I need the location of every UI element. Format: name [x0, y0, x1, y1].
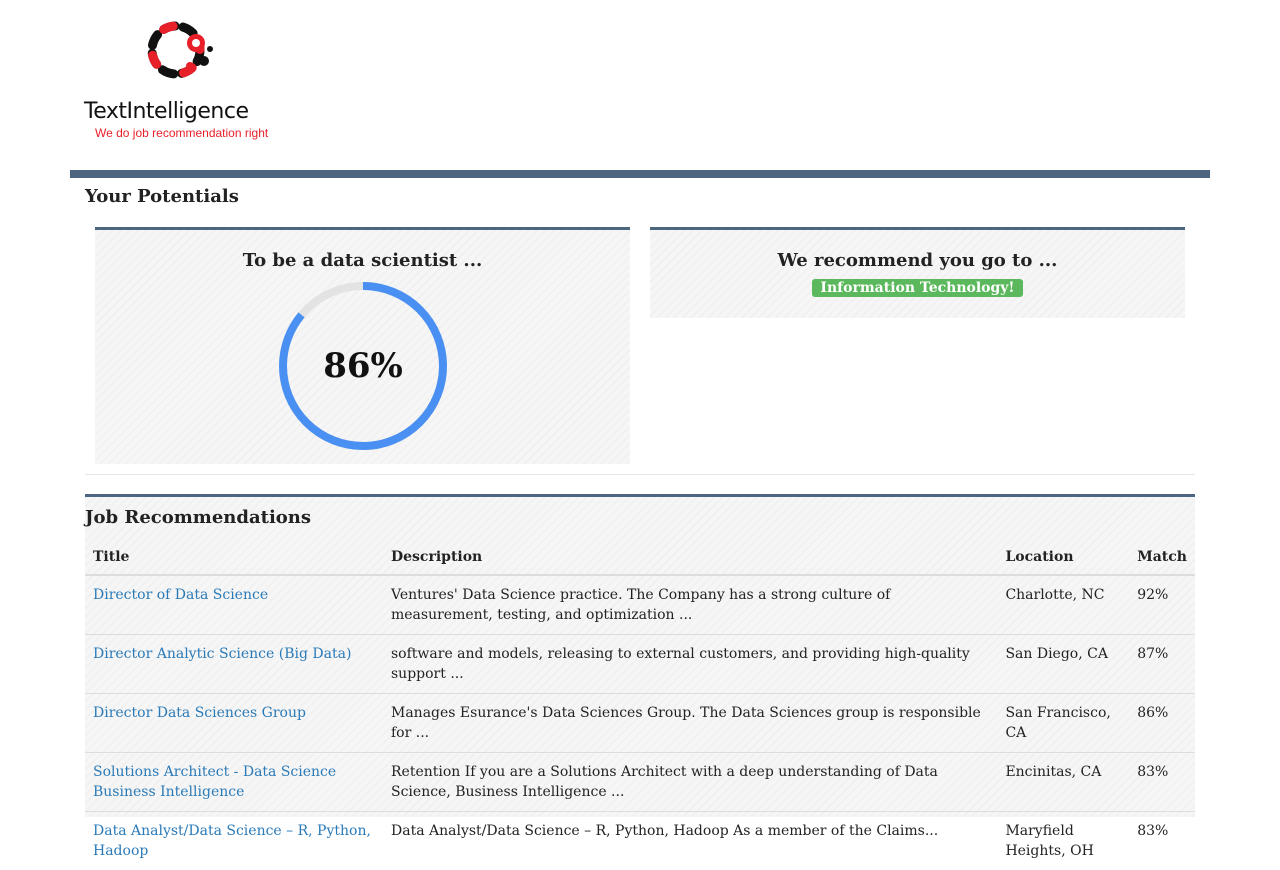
jobs-table: Title Description Location Match Directo… [85, 541, 1195, 870]
table-row: Director Analytic Science (Big Data) sof… [85, 635, 1195, 694]
job-description: software and models, releasing to extern… [383, 635, 997, 694]
potentials-title: Your Potentials [85, 186, 239, 207]
column-header-description: Description [383, 541, 997, 575]
jobs-title: Job Recommendations [85, 507, 311, 528]
job-title-link[interactable]: Director Data Sciences Group [93, 705, 306, 721]
job-title-link[interactable]: Data Analyst/Data Science – R, Python, H… [93, 823, 371, 859]
job-match: 83% [1129, 753, 1195, 812]
job-location: Charlotte, NC [997, 575, 1129, 635]
column-header-match: Match [1129, 541, 1195, 575]
job-recommendations-panel: Job Recommendations Title Description Lo… [85, 494, 1195, 817]
gear-logo-icon [132, 16, 232, 86]
job-match: 87% [1129, 635, 1195, 694]
brand-tagline: We do job recommendation right [95, 126, 268, 140]
table-row: Data Analyst/Data Science – R, Python, H… [85, 812, 1195, 870]
table-row: Director of Data Science Ventures' Data … [85, 575, 1195, 635]
job-location: San Diego, CA [997, 635, 1129, 694]
job-match: 83% [1129, 812, 1195, 870]
percent-gauge: 86% [277, 280, 449, 452]
job-match: 92% [1129, 575, 1195, 635]
job-description: Data Analyst/Data Science – R, Python, H… [383, 812, 997, 870]
industry-badge: Information Technology! [812, 279, 1022, 297]
recommendation-card: We recommend you go to ... Information T… [650, 227, 1185, 318]
column-header-location: Location [997, 541, 1129, 575]
data-scientist-heading: To be a data scientist ... [95, 250, 630, 271]
job-description: Manages Esurance's Data Sciences Group. … [383, 694, 997, 753]
jobs-table-header: Title Description Location Match [85, 541, 1195, 575]
section-divider [85, 474, 1195, 475]
job-location: Encinitas, CA [997, 753, 1129, 812]
job-title-link[interactable]: Director of Data Science [93, 587, 268, 603]
job-location: San Francisco, CA [997, 694, 1129, 753]
job-match: 86% [1129, 694, 1195, 753]
job-description: Ventures' Data Science practice. The Com… [383, 575, 997, 635]
job-location: Maryfield Heights, OH [997, 812, 1129, 870]
job-title-link[interactable]: Solutions Architect - Data Science Busin… [93, 764, 336, 800]
data-scientist-card: To be a data scientist ... 86% [95, 227, 630, 464]
header-accent-bar [70, 170, 1210, 178]
brand-name: TextIntelligence [84, 99, 249, 124]
gauge-percent-label: 86% [277, 280, 449, 452]
job-title-link[interactable]: Director Analytic Science (Big Data) [93, 646, 351, 662]
table-row: Director Data Sciences Group Manages Esu… [85, 694, 1195, 753]
table-row: Solutions Architect - Data Science Busin… [85, 753, 1195, 812]
recommendation-heading: We recommend you go to ... [650, 250, 1185, 271]
column-header-title: Title [85, 541, 383, 575]
job-description: Retention If you are a Solutions Archite… [383, 753, 997, 812]
brand-logo[interactable]: TextIntelligence We do job recommendatio… [82, 16, 282, 146]
